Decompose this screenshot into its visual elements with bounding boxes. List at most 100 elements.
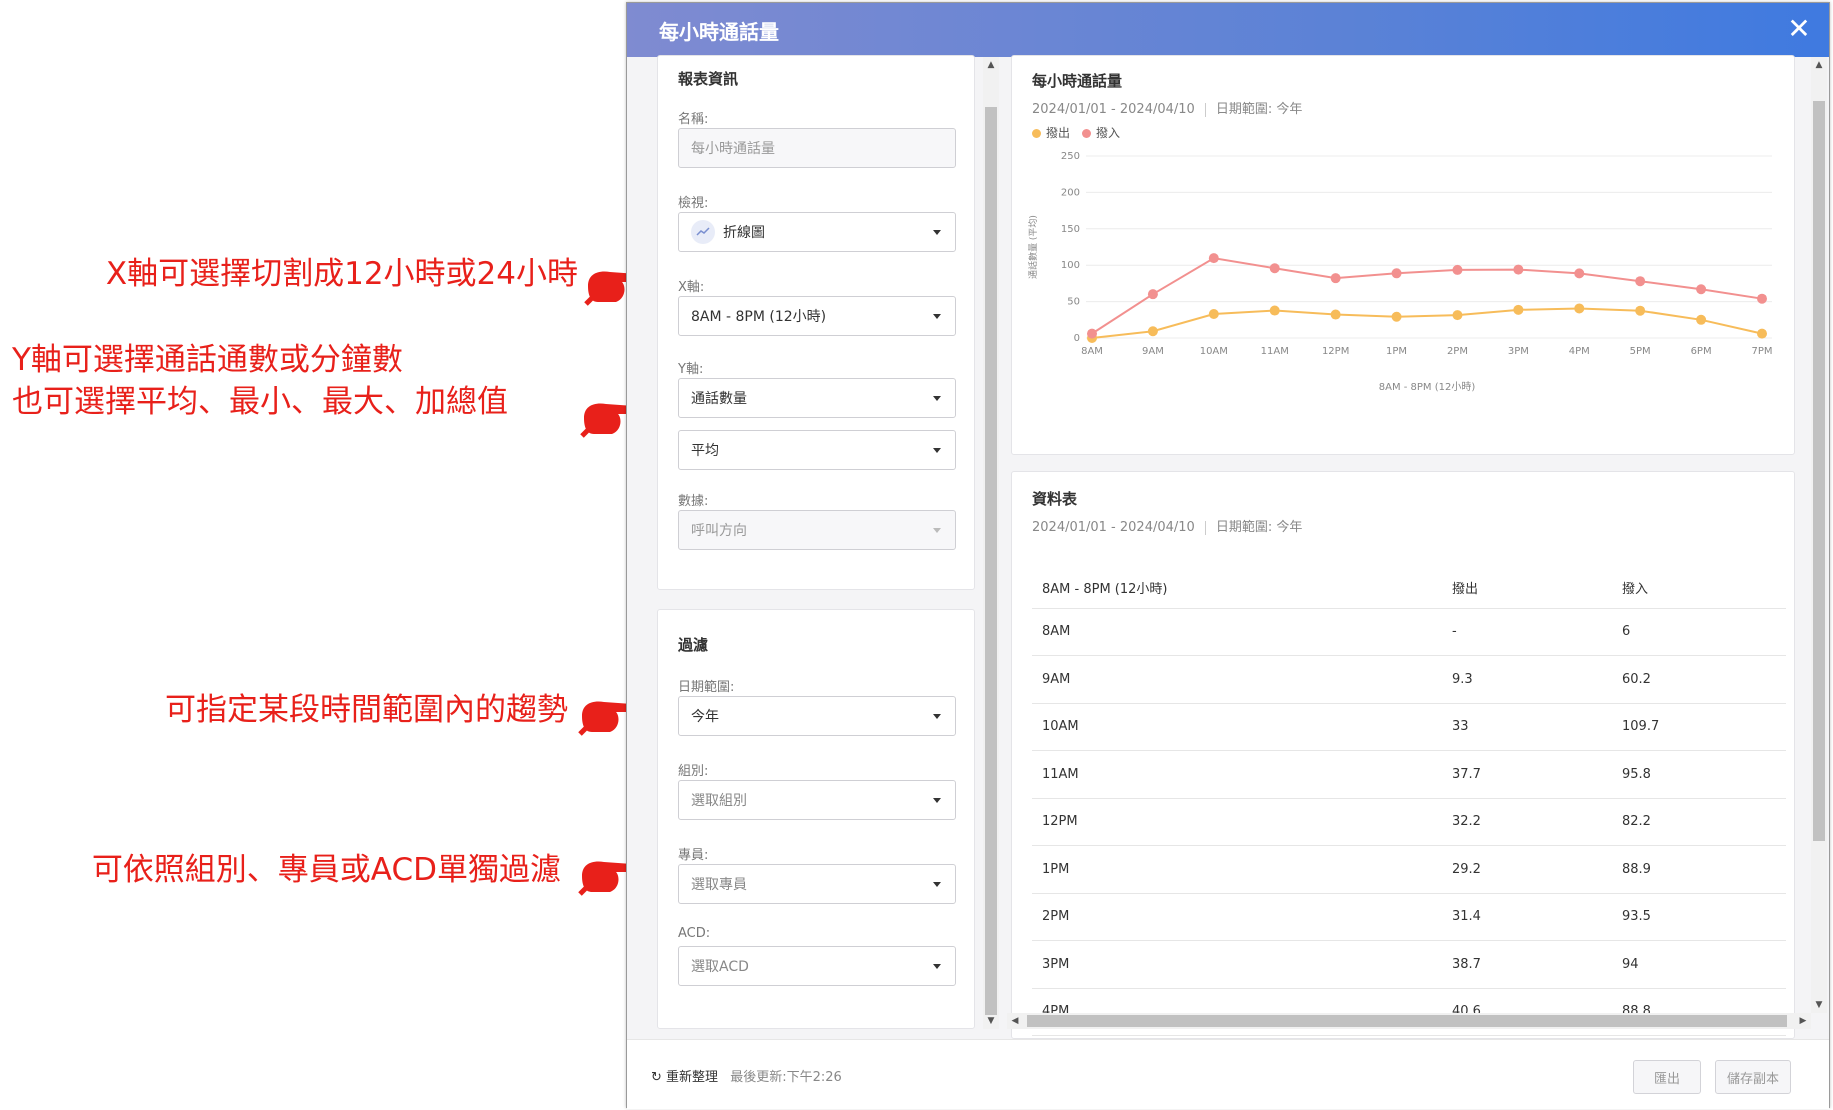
data-point-0 — [1269, 305, 1280, 316]
horizontal-scrollbar[interactable]: ◀ ▶ — [1007, 1013, 1811, 1029]
view-value: 折線圖 — [723, 225, 765, 241]
aggregation-dropdown[interactable]: 平均 — [678, 430, 956, 470]
data-point-0 — [1696, 314, 1707, 325]
horizontal-scrollbar-thumb[interactable] — [1027, 1015, 1787, 1027]
chevron-down-icon — [933, 714, 941, 719]
table-row: 1PM 29.2 88.9 — [1032, 845, 1786, 894]
scroll-down-icon[interactable]: ▼ — [983, 1013, 999, 1029]
y-axis-value: 通話數量 — [691, 391, 747, 407]
y-axis-label: Y軸: — [678, 362, 704, 377]
report-dialog: 每小時通話量 ✕ 報表資訊 名稱: 每小時通話量 檢視: 折線圖 X軸: 8AM… — [626, 2, 1830, 1109]
chart-subtitle: 2024/01/01 - 2024/04/10 日期範圍: 今年 — [1032, 98, 1302, 117]
data-point-0 — [1147, 326, 1158, 337]
filter-title: 過濾 — [678, 636, 709, 654]
data-dropdown[interactable]: 呼叫方向 — [678, 510, 956, 550]
agent-dropdown[interactable]: 選取專員 — [678, 864, 956, 904]
legend-item-incoming[interactable]: 撥入 — [1082, 124, 1120, 141]
view-dropdown[interactable]: 折線圖 — [678, 212, 956, 252]
group-label: 組別: — [678, 764, 709, 779]
report-info-card: 報表資訊 名稱: 每小時通話量 檢視: 折線圖 X軸: 8AM - 8PM (1… — [657, 55, 975, 590]
data-point-0 — [1635, 305, 1646, 316]
x-axis-label: X軸: — [678, 280, 705, 295]
chart-range-label: 日期範圍: 今年 — [1215, 102, 1303, 117]
table-row: 8AM -6 — [1032, 608, 1786, 656]
scroll-left-icon[interactable]: ◀ — [1007, 1013, 1023, 1029]
refresh-button[interactable]: ↻ 重新整理 最後更新:下午2:26 — [651, 1066, 842, 1085]
name-label: 名稱: — [678, 112, 709, 127]
data-point-1 — [1147, 289, 1158, 300]
data-point-0 — [1757, 328, 1767, 339]
data-point-1 — [1513, 264, 1524, 275]
dialog-title: 每小時通話量 — [659, 19, 779, 44]
close-icon[interactable]: ✕ — [1785, 15, 1813, 43]
y-tick-label: 200 — [1061, 187, 1080, 198]
x-tick-label: 3PM — [1508, 346, 1529, 357]
y-tick-label: 100 — [1061, 260, 1080, 271]
chart-title: 每小時通話量 — [1032, 72, 1123, 90]
group-dropdown[interactable]: 選取組別 — [678, 780, 956, 820]
scroll-up-icon[interactable]: ▲ — [1811, 57, 1827, 73]
data-point-1 — [1087, 328, 1097, 339]
x-tick-label: 9AM — [1142, 346, 1164, 357]
table-header-hour[interactable]: 8AM - 8PM (12小時) — [1032, 568, 1442, 609]
data-point-1 — [1452, 264, 1463, 275]
data-point-1 — [1391, 268, 1402, 279]
x-tick-label: 8AM — [1081, 346, 1103, 357]
scroll-down-icon[interactable]: ▼ — [1811, 997, 1827, 1013]
date-range-value: 今年 — [691, 709, 719, 725]
left-scrollbar[interactable]: ▲ ▼ — [983, 57, 999, 1029]
refresh-label: 重新整理 — [666, 1070, 719, 1085]
acd-placeholder: 選取ACD — [691, 959, 749, 975]
table-title: 資料表 — [1032, 490, 1078, 508]
table-row: 9AM 9.3 60.2 — [1032, 655, 1786, 704]
dialog-titlebar: 每小時通話量 ✕ — [627, 3, 1829, 57]
table-card: 資料表 2024/01/01 - 2024/04/10 日期範圍: 今年 8AM … — [1011, 471, 1795, 1039]
scroll-right-icon[interactable]: ▶ — [1795, 1013, 1811, 1029]
name-field[interactable]: 每小時通話量 — [678, 128, 956, 168]
table-header-outgoing[interactable]: 撥出 — [1442, 568, 1612, 609]
acd-dropdown[interactable]: 選取ACD — [678, 946, 956, 986]
y-axis-dropdown[interactable]: 通話數量 — [678, 378, 956, 418]
data-point-1 — [1208, 253, 1219, 264]
annotation-date-range: 可指定某段時間範圍內的趨勢 — [165, 692, 568, 728]
x-tick-label: 4PM — [1569, 346, 1590, 357]
refresh-icon: ↻ — [651, 1070, 662, 1085]
chevron-down-icon — [933, 882, 941, 887]
data-point-0 — [1330, 309, 1341, 320]
data-table: 8AM - 8PM (12小時) 撥出 撥入 8AM -6 9AM 9.3 60.2 … — [1032, 568, 1786, 1036]
x-tick-label: 7PM — [1751, 346, 1772, 357]
left-scrollbar-thumb[interactable] — [985, 107, 997, 1015]
table-header-incoming[interactable]: 撥入 — [1612, 568, 1786, 609]
data-value: 呼叫方向 — [691, 523, 747, 539]
right-scrollbar[interactable]: ▲ ▼ — [1811, 57, 1827, 1013]
table-date-range: 2024/01/01 - 2024/04/10 — [1032, 520, 1195, 535]
view-label: 檢視: — [678, 196, 709, 211]
x-axis-dropdown[interactable]: 8AM - 8PM (12小時) — [678, 296, 956, 336]
aggregation-value: 平均 — [691, 443, 719, 459]
chart-legend: 撥出 撥入 — [1032, 124, 1120, 141]
filter-card: 過濾 日期範圍: 今年 組別: 選取組別 專員: 選取專員 ACD: 選取ACD — [657, 609, 975, 1029]
x-axis-label: 8AM - 8PM (12小時) — [1379, 381, 1476, 393]
data-point-1 — [1269, 263, 1280, 274]
date-range-dropdown[interactable]: 今年 — [678, 696, 956, 736]
series-line-1 — [1091, 257, 1763, 335]
scroll-up-icon[interactable]: ▲ — [983, 57, 999, 73]
x-tick-label: 12PM — [1322, 346, 1349, 357]
line-chart-icon — [691, 220, 715, 244]
line-chart: 0 50 100 150 200 250 8AM 9AM 10AM 11AM 12PM 1PM 2PM 3… — [1027, 151, 1773, 393]
agent-placeholder: 選取專員 — [691, 877, 747, 893]
chart-date-range: 2024/01/01 - 2024/04/10 — [1032, 102, 1195, 117]
legend-item-outgoing[interactable]: 撥出 — [1032, 124, 1070, 141]
annotation-y-axis-line1: Y軸可選擇通話通數或分鐘數 — [12, 342, 403, 378]
y-axis-label: 通話數量 (平均) — [1027, 215, 1039, 279]
export-button[interactable]: 匯出 — [1633, 1060, 1701, 1094]
save-copy-button[interactable]: 儲存副本 — [1715, 1060, 1791, 1094]
y-tick-label: 250 — [1061, 151, 1080, 162]
data-point-0 — [1452, 310, 1463, 321]
right-scrollbar-thumb[interactable] — [1813, 101, 1825, 841]
table-row: 10AM 33 109.7 — [1032, 703, 1786, 751]
table-row: 3PM 38.7 94 — [1032, 940, 1786, 989]
data-point-1 — [1635, 276, 1646, 287]
report-info-title: 報表資訊 — [678, 70, 739, 88]
chevron-down-icon — [933, 314, 941, 319]
